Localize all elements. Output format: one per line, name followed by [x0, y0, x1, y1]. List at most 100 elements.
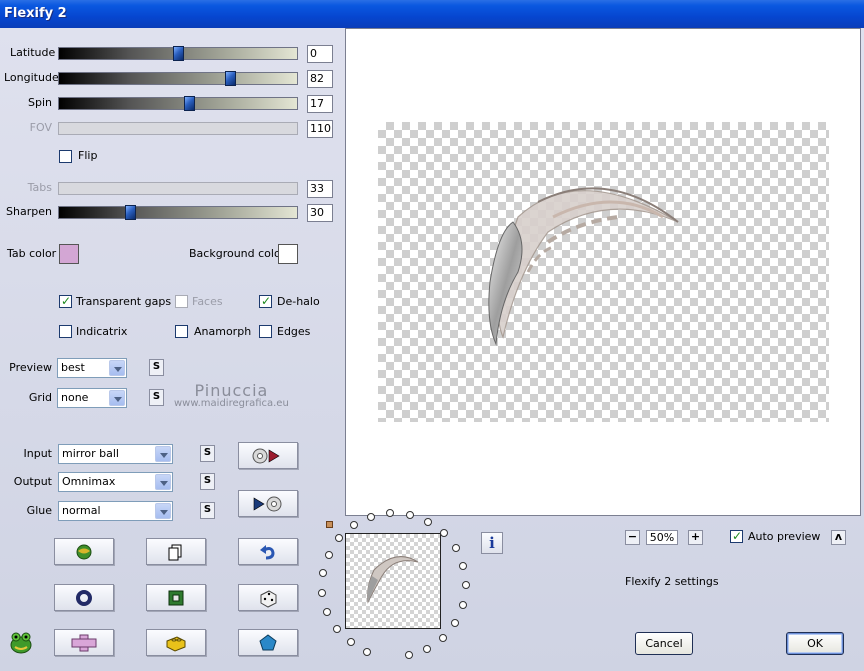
- glue-s-button[interactable]: S: [200, 502, 215, 519]
- input-dropdown[interactable]: mirror ball: [58, 444, 173, 464]
- thumbnail-preview[interactable]: [345, 533, 441, 629]
- input-dropdown-value: mirror ball: [62, 447, 119, 460]
- cross-icon: [71, 634, 97, 651]
- globe-icon: [76, 544, 92, 559]
- undo-button[interactable]: [238, 538, 298, 565]
- grid-s-button[interactable]: S: [149, 389, 164, 406]
- frame-icon: [168, 590, 184, 605]
- chevron-down-icon[interactable]: [155, 474, 171, 490]
- preview-label: Preview: [9, 361, 52, 374]
- auto-preview-checkbox[interactable]: ✓: [730, 529, 743, 543]
- navigator-dot: [349, 521, 358, 530]
- fov-value: 110: [307, 120, 333, 138]
- disc-to-arrow-icon: [252, 448, 280, 463]
- watermark-url: www.maidiregrafica.eu: [174, 398, 289, 409]
- anamorph-label: Anamorph: [194, 325, 252, 338]
- fov-slider: [58, 122, 298, 135]
- de-halo-checkbox[interactable]: ✓: [259, 294, 272, 308]
- flip-checkbox[interactable]: [59, 150, 72, 163]
- watermark: Pinuccia www.maidiregrafica.eu: [174, 381, 289, 409]
- longitude-slider-thumb[interactable]: [225, 71, 237, 86]
- navigator-dot: [439, 633, 448, 642]
- ok-button[interactable]: OK: [786, 632, 844, 655]
- copy-button[interactable]: [146, 538, 206, 565]
- brick-button[interactable]: [146, 629, 206, 656]
- dice-button[interactable]: [238, 584, 298, 611]
- arrow-to-disc-icon: [253, 496, 282, 511]
- longitude-value[interactable]: 82: [307, 70, 333, 88]
- latitude-slider[interactable]: [58, 46, 298, 61]
- longitude-label: Longitude: [4, 71, 59, 84]
- tab-color-swatch[interactable]: [59, 244, 79, 264]
- check-icon: ✓: [261, 294, 272, 308]
- window-title: Flexify 2: [4, 6, 67, 21]
- collapse-button[interactable]: ʌ: [831, 530, 846, 545]
- input-s-button[interactable]: S: [200, 445, 215, 462]
- navigator-dot: [439, 528, 448, 537]
- zoom-out-button[interactable]: −: [625, 530, 640, 545]
- pentagon-button[interactable]: [238, 629, 298, 656]
- preview-canvas[interactable]: [345, 28, 861, 516]
- swap-output-button[interactable]: [238, 490, 298, 517]
- copy-icon: [168, 544, 182, 560]
- randomize-all-button[interactable]: [54, 538, 114, 565]
- settings-label: Flexify 2 settings: [625, 575, 719, 588]
- preview-s-button[interactable]: S: [149, 359, 164, 376]
- tab-color-label: Tab color: [7, 247, 57, 260]
- chevron-down-icon[interactable]: [109, 360, 125, 376]
- grid-dropdown-value: none: [61, 391, 89, 404]
- output-s-button[interactable]: S: [200, 473, 215, 490]
- faces-label: Faces: [192, 295, 223, 308]
- chevron-down-icon[interactable]: [155, 503, 171, 519]
- cross-button[interactable]: [54, 629, 114, 656]
- chevron-down-icon[interactable]: [109, 390, 125, 406]
- preview-dropdown[interactable]: best: [57, 358, 127, 378]
- ring-button[interactable]: [54, 584, 114, 611]
- cancel-button[interactable]: Cancel: [635, 632, 693, 655]
- check-icon: ✓: [61, 294, 72, 308]
- check-icon: ✓: [732, 529, 743, 543]
- ring-icon: [76, 589, 92, 606]
- transparent-gaps-checkbox[interactable]: ✓: [59, 294, 72, 308]
- zoom-in-button[interactable]: +: [688, 530, 703, 545]
- glue-label: Glue: [26, 504, 52, 517]
- glue-dropdown[interactable]: normal: [58, 501, 173, 521]
- preview-image: [488, 187, 679, 346]
- latitude-value[interactable]: 0: [307, 45, 333, 63]
- faces-checkbox: [175, 295, 188, 308]
- longitude-slider[interactable]: [58, 71, 298, 86]
- preview-dropdown-value: best: [61, 361, 85, 374]
- sharpen-slider[interactable]: [58, 205, 298, 220]
- sharpen-slider-thumb[interactable]: [125, 205, 137, 220]
- indicatrix-checkbox[interactable]: [59, 325, 72, 338]
- spin-value[interactable]: 17: [307, 95, 333, 113]
- transparency-checkerboard: [378, 122, 829, 422]
- chevron-down-icon[interactable]: [155, 446, 171, 462]
- edges-checkbox[interactable]: [259, 325, 272, 338]
- navigator-dot: [451, 618, 460, 627]
- grid-dropdown[interactable]: none: [57, 388, 127, 408]
- brick-icon: [166, 635, 186, 652]
- sharpen-label: Sharpen: [6, 205, 52, 218]
- edges-label: Edges: [277, 325, 311, 338]
- navigator-dot: [324, 550, 333, 559]
- navigator-handle[interactable]: [326, 521, 333, 528]
- sharpen-value[interactable]: 30: [307, 204, 333, 222]
- de-halo-label: De-halo: [277, 295, 320, 308]
- output-label: Output: [13, 475, 52, 488]
- spin-slider[interactable]: [58, 96, 298, 111]
- navigator-dot: [405, 510, 414, 519]
- info-button[interactable]: i: [481, 532, 503, 554]
- undo-icon: [260, 544, 275, 559]
- swap-input-button[interactable]: [238, 442, 298, 469]
- spin-slider-thumb[interactable]: [183, 96, 195, 111]
- latitude-slider-thumb[interactable]: [173, 46, 184, 61]
- zoom-level: 50%: [646, 530, 678, 545]
- title-bar: Flexify 2: [0, 0, 864, 28]
- output-dropdown[interactable]: Omnimax: [58, 472, 173, 492]
- frame-button[interactable]: [146, 584, 206, 611]
- grid-label: Grid: [28, 391, 52, 404]
- anamorph-checkbox[interactable]: [175, 325, 188, 338]
- tabs-label: Tabs: [27, 181, 52, 194]
- background-color-swatch[interactable]: [278, 244, 298, 264]
